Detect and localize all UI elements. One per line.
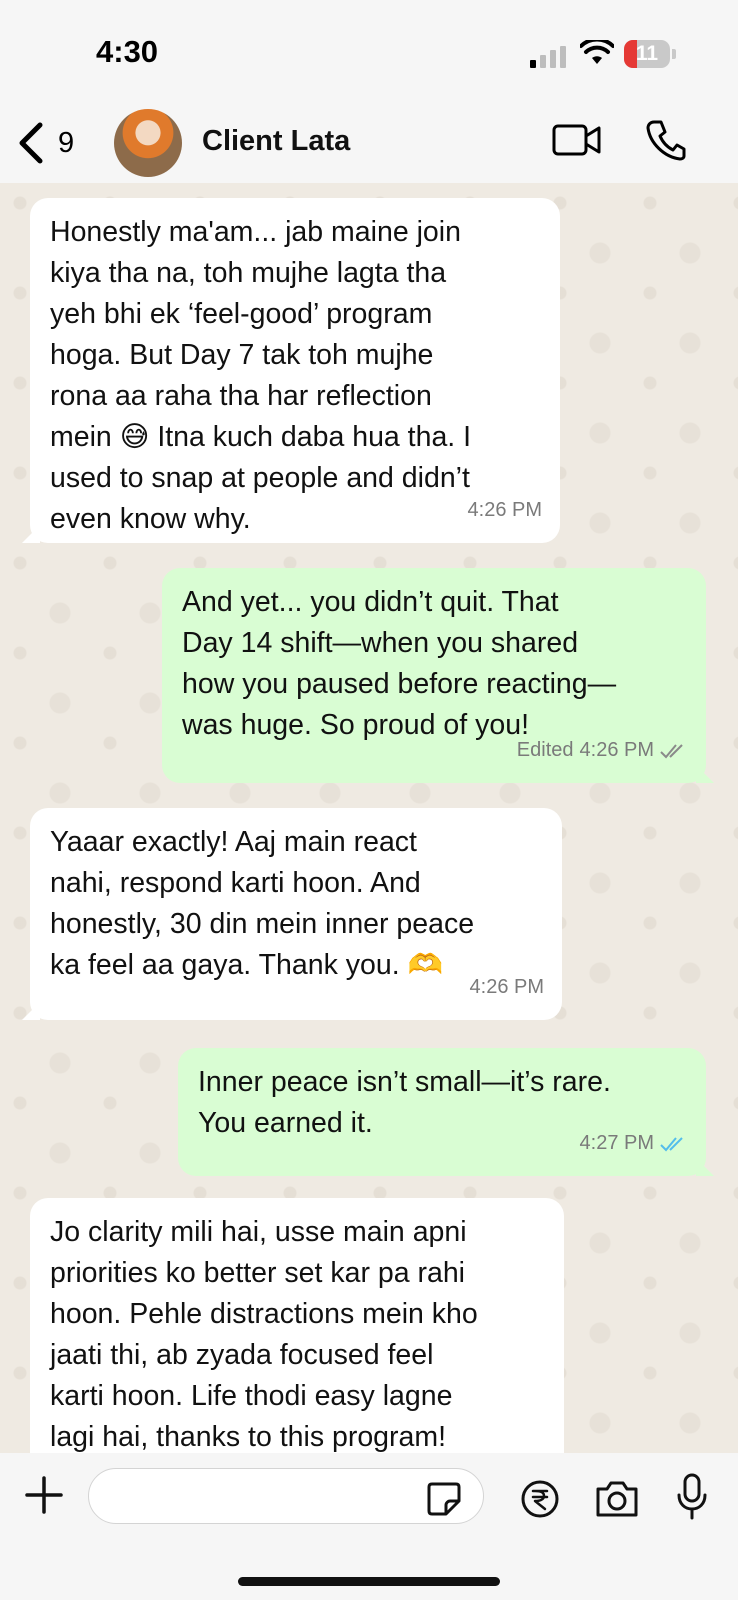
phone-call-icon[interactable] [646,119,686,161]
chat-area[interactable]: Honestly ma'am... jab maine join kiya th… [0,183,738,1453]
message-text: Jo clarity mili hai, usse main apni prio… [50,1216,478,1453]
message-outgoing[interactable]: And yet... you didn’t quit. That Day 14 … [162,568,714,783]
status-bar: 4:30 11 [0,0,738,105]
double-check-blue-icon [660,1136,683,1151]
microphone-icon[interactable] [676,1473,708,1521]
signal-icon [530,46,566,68]
battery-icon: 11 [624,40,670,68]
message-time: 4:27 PM [579,1132,654,1154]
message-incoming[interactable]: Jo clarity mili hai, usse main apni prio… [30,1198,564,1453]
message-time: 4:26 PM [579,739,654,761]
message-text: And yet... you didn’t quit. That Day 14 … [182,586,617,741]
message-incoming[interactable]: Honestly ma'am... jab maine join kiya th… [22,198,560,543]
message-time: 4:26 PM [469,976,544,998]
message-text: Yaaar exactly! Aaj main react nahi, resp… [50,826,475,981]
message-input[interactable] [88,1468,484,1524]
rupee-payment-icon[interactable] [520,1479,560,1519]
edited-label: Edited [516,739,574,761]
avatar[interactable] [114,109,182,177]
composer-bar [0,1453,738,1600]
contact-name[interactable]: Client Lata [202,125,350,158]
chat-header: 9 Client Lata [0,105,738,183]
message-time: 4:26 PM [467,499,542,521]
message-incoming[interactable]: Yaaar exactly! Aaj main react nahi, resp… [22,808,562,1020]
back-chevron-icon[interactable] [16,121,46,165]
sticker-icon[interactable] [426,1481,462,1517]
video-call-icon[interactable] [552,123,602,157]
plus-icon[interactable] [24,1475,64,1515]
battery-percent: 11 [635,42,659,65]
camera-icon[interactable] [594,1479,640,1519]
status-time: 4:30 [96,34,159,69]
double-check-grey-icon [660,743,683,758]
message-outgoing[interactable]: Inner peace isn’t small—it’s rare. You e… [178,1048,714,1176]
unread-count[interactable]: 9 [58,127,74,160]
wifi-icon [580,40,614,64]
message-text: Honestly ma'am... jab maine join kiya th… [50,216,472,535]
home-indicator [238,1577,500,1586]
